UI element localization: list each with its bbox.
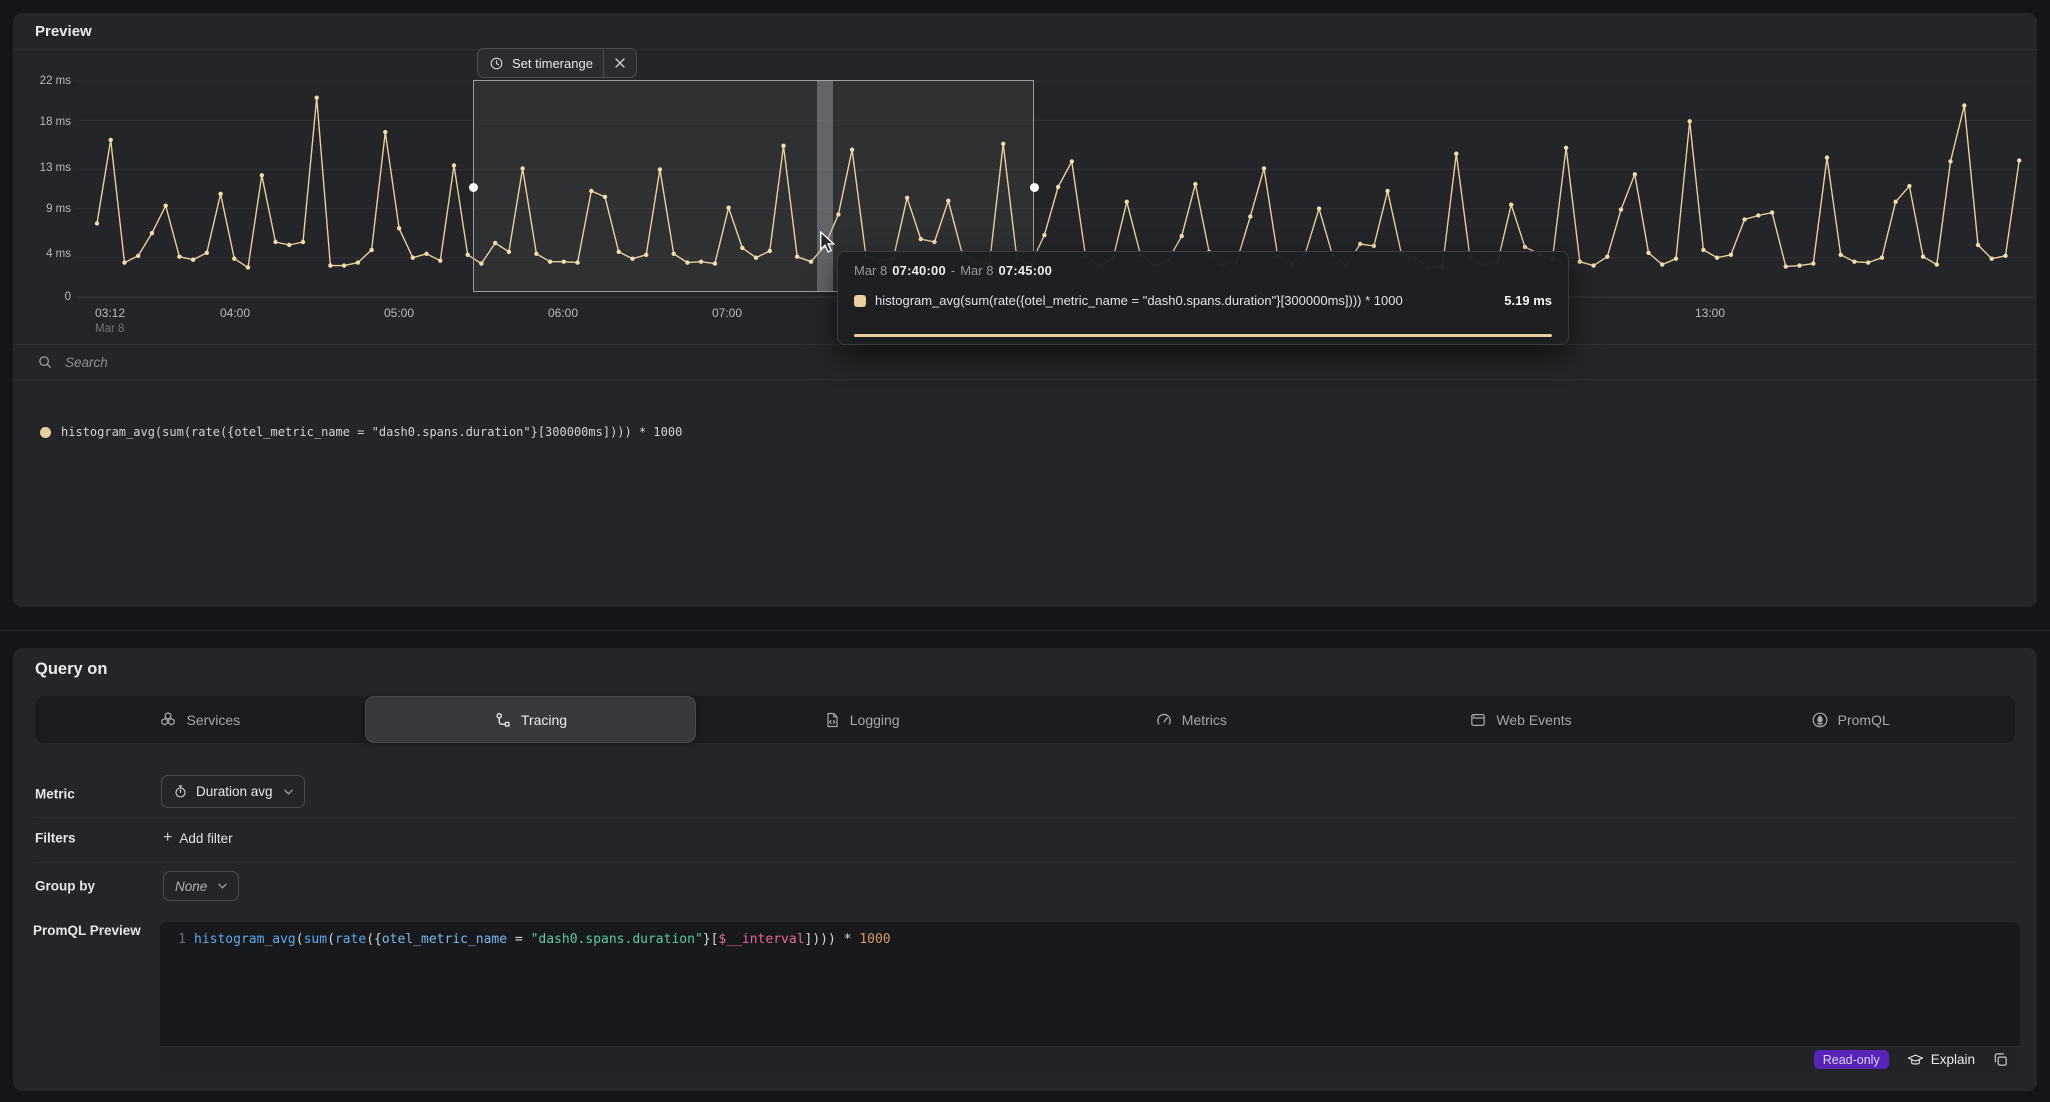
tab-metrics[interactable]: Metrics [1026,696,1356,743]
metric-label: Metric [35,787,75,802]
y-axis-tick: 13 ms [15,162,71,174]
read-only-badge: Read-only [1814,1050,1889,1069]
explain-button[interactable]: Explain [1907,1052,1975,1067]
logging-icon [823,711,841,729]
hover-column [817,80,833,292]
promql-preview-label: PromQL Preview [33,923,141,938]
set-timerange-label: Set timerange [512,56,593,71]
group-by-label: Group by [35,879,95,894]
set-timerange-chip[interactable]: Set timerange [477,48,637,78]
query-on-panel: Query on Services Tracing Logg [13,648,2037,1091]
row-separator [35,817,2015,818]
tooltip-series-underline [854,334,1552,338]
y-axis-tick: 18 ms [15,116,71,128]
tab-label: Services [186,712,240,728]
promql-editor[interactable]: 1 histogram_avg(sum(rate({otel_metric_na… [160,922,2020,1046]
x-axis-tick: 13:00 [1695,306,1725,320]
legend-item[interactable]: histogram_avg(sum(rate({otel_metric_name… [40,425,682,439]
line-number: 1 [160,922,186,1046]
mouse-cursor [819,231,835,253]
tooltip-series-row: histogram_avg(sum(rate({otel_metric_name… [854,293,1552,308]
tab-label: PromQL [1838,712,1890,728]
group-by-dropdown[interactable]: None [163,871,239,901]
x-axis-tick: 04:00 [220,306,250,320]
web-events-icon [1469,711,1487,729]
metric-value: Duration avg [196,784,273,799]
x-axis-tick: 03:12 Mar 8 [95,306,125,335]
tab-logging[interactable]: Logging [696,696,1026,743]
legend-query: histogram_avg(sum(rate({otel_metric_name… [61,425,682,439]
tab-label: Logging [850,712,900,728]
tab-web-events[interactable]: Web Events [1356,696,1686,743]
tab-tracing[interactable]: Tracing [365,696,697,743]
tab-label: Tracing [521,712,567,728]
preview-panel-header: Preview [13,13,2037,50]
tab-services[interactable]: Services [35,696,365,743]
x-axis-tick: 06:00 [548,306,578,320]
query-on-title: Query on [35,660,107,679]
close-icon[interactable] [604,49,636,77]
tab-label: Metrics [1182,712,1227,728]
y-axis-tick: 9 ms [15,203,71,215]
selection-handle-right[interactable] [1030,183,1039,192]
panel-divider [0,630,2050,631]
tooltip-series-label: histogram_avg(sum(rate({otel_metric_name… [875,293,1403,308]
promql-icon [1811,711,1829,729]
chevron-down-icon [284,789,293,795]
search-icon [37,354,53,370]
selection-handle-left[interactable] [469,183,478,192]
preview-title: Preview [35,23,92,40]
group-by-value: None [175,879,207,894]
x-axis-date: Mar 8 [95,323,125,335]
plus-icon: + [163,829,172,847]
copy-icon[interactable] [1993,1052,2008,1067]
promql-code-line: histogram_avg(sum(rate({otel_metric_name… [194,932,891,947]
graduation-cap-icon [1907,1053,1924,1067]
filters-label: Filters [35,831,76,846]
metric-dropdown[interactable]: Duration avg [161,775,305,808]
search-bar [13,344,2037,380]
editor-status-bar: Read-only Explain [160,1046,2020,1072]
tab-promql[interactable]: PromQL [1685,696,2015,743]
chevron-down-icon [218,883,227,889]
y-axis-tick: 0 [15,291,71,303]
add-filter-button[interactable]: + Add filter [163,823,233,853]
stopwatch-icon [173,784,188,799]
series-swatch [854,295,866,307]
chart-tooltip: Mar 8 07:40:00 - Mar 8 07:45:00 histogra… [837,251,1569,345]
search-input[interactable] [63,354,667,371]
x-axis-tick: 05:00 [384,306,414,320]
services-icon [159,711,177,729]
row-separator [35,862,2015,863]
query-on-tabs: Services Tracing Logging Metrics [35,696,2015,743]
tooltip-timerange: Mar 8 07:40:00 - Mar 8 07:45:00 [854,263,1552,278]
legend-swatch [40,427,51,438]
tracing-icon [494,711,512,729]
y-axis-tick: 22 ms [15,75,71,87]
tooltip-series-value: 5.19 ms [1504,293,1552,308]
x-axis-tick: 07:00 [712,306,742,320]
y-axis-tick: 4 ms [15,248,71,260]
metrics-icon [1155,711,1173,729]
tab-label: Web Events [1496,712,1571,728]
clock-icon [489,56,504,71]
preview-panel: Preview 22 ms 18 ms 13 ms 9 ms 4 ms 0 Se… [13,13,2037,607]
